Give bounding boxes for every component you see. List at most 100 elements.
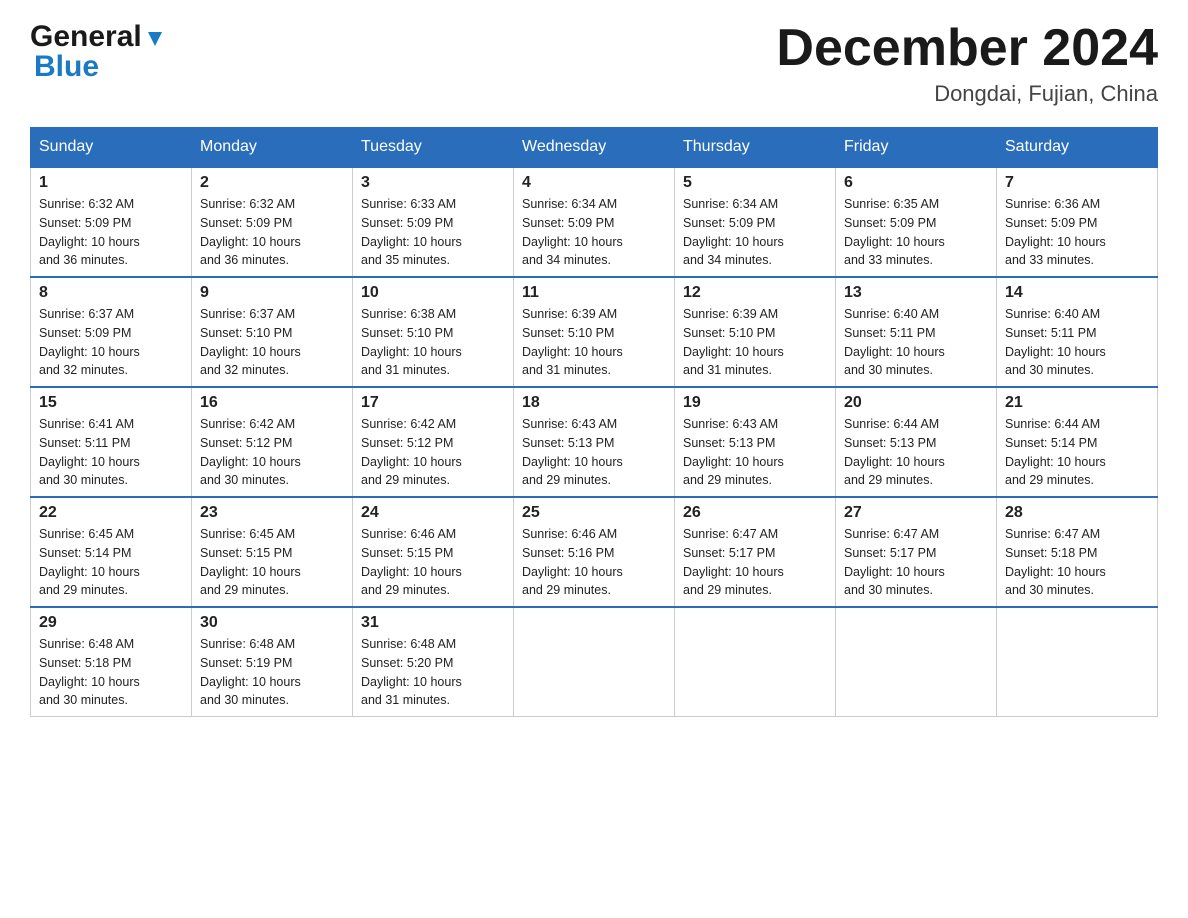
logo-arrow-icon	[144, 28, 166, 50]
day-number: 30	[200, 614, 344, 632]
day-info: Sunrise: 6:36 AM Sunset: 5:09 PM Dayligh…	[1005, 195, 1149, 270]
day-number: 12	[683, 284, 827, 302]
day-of-week-header: Tuesday	[353, 128, 514, 168]
day-number: 14	[1005, 284, 1149, 302]
calendar-cell: 7 Sunrise: 6:36 AM Sunset: 5:09 PM Daylig…	[997, 167, 1158, 277]
day-of-week-header: Wednesday	[514, 128, 675, 168]
day-number: 13	[844, 284, 988, 302]
day-info: Sunrise: 6:42 AM Sunset: 5:12 PM Dayligh…	[361, 415, 505, 490]
calendar-cell: 25 Sunrise: 6:46 AM Sunset: 5:16 PM Dayli…	[514, 497, 675, 607]
calendar-cell	[675, 607, 836, 717]
day-number: 27	[844, 504, 988, 522]
calendar-cell: 12Sunrise: 6:39 AM Sunset: 5:10 PM Dayli…	[675, 277, 836, 387]
day-number: 10	[361, 284, 505, 302]
day-number: 11	[522, 284, 666, 302]
day-number: 6	[844, 174, 988, 192]
calendar-cell: 29 Sunrise: 6:48 AM Sunset: 5:18 PM Dayli…	[31, 607, 192, 717]
calendar-cell: 21 Sunrise: 6:44 AM Sunset: 5:14 PM Dayli…	[997, 387, 1158, 497]
day-of-week-header: Thursday	[675, 128, 836, 168]
day-info: Sunrise: 6:37 AM Sunset: 5:09 PM Dayligh…	[39, 305, 183, 380]
calendar-cell: 9 Sunrise: 6:37 AM Sunset: 5:10 PM Daylig…	[192, 277, 353, 387]
calendar-cell: 14Sunrise: 6:40 AM Sunset: 5:11 PM Dayli…	[997, 277, 1158, 387]
day-info: Sunrise: 6:45 AM Sunset: 5:15 PM Dayligh…	[200, 525, 344, 600]
calendar-week-row: 29 Sunrise: 6:48 AM Sunset: 5:18 PM Dayli…	[31, 607, 1158, 717]
day-info: Sunrise: 6:46 AM Sunset: 5:16 PM Dayligh…	[522, 525, 666, 600]
calendar-cell: 31 Sunrise: 6:48 AM Sunset: 5:20 PM Dayli…	[353, 607, 514, 717]
day-number: 16	[200, 394, 344, 412]
day-info: Sunrise: 6:48 AM Sunset: 5:18 PM Dayligh…	[39, 635, 183, 710]
day-info: Sunrise: 6:41 AM Sunset: 5:11 PM Dayligh…	[39, 415, 183, 490]
day-info: Sunrise: 6:48 AM Sunset: 5:19 PM Dayligh…	[200, 635, 344, 710]
day-number: 20	[844, 394, 988, 412]
day-number: 2	[200, 174, 344, 192]
day-number: 3	[361, 174, 505, 192]
day-number: 22	[39, 504, 183, 522]
calendar-cell	[997, 607, 1158, 717]
day-number: 8	[39, 284, 183, 302]
day-info: Sunrise: 6:34 AM Sunset: 5:09 PM Dayligh…	[522, 195, 666, 270]
day-info: Sunrise: 6:37 AM Sunset: 5:10 PM Dayligh…	[200, 305, 344, 380]
month-title: December 2024	[776, 20, 1158, 77]
day-info: Sunrise: 6:38 AM Sunset: 5:10 PM Dayligh…	[361, 305, 505, 380]
day-info: Sunrise: 6:44 AM Sunset: 5:13 PM Dayligh…	[844, 415, 988, 490]
calendar-cell: 17 Sunrise: 6:42 AM Sunset: 5:12 PM Dayli…	[353, 387, 514, 497]
calendar-week-row: 22 Sunrise: 6:45 AM Sunset: 5:14 PM Dayli…	[31, 497, 1158, 607]
calendar-cell: 24Sunrise: 6:46 AM Sunset: 5:15 PM Dayli…	[353, 497, 514, 607]
day-info: Sunrise: 6:43 AM Sunset: 5:13 PM Dayligh…	[522, 415, 666, 490]
calendar-cell: 6 Sunrise: 6:35 AM Sunset: 5:09 PM Daylig…	[836, 167, 997, 277]
day-info: Sunrise: 6:33 AM Sunset: 5:09 PM Dayligh…	[361, 195, 505, 270]
calendar-cell: 8 Sunrise: 6:37 AM Sunset: 5:09 PM Daylig…	[31, 277, 192, 387]
day-number: 4	[522, 174, 666, 192]
location: Dongdai, Fujian, China	[776, 81, 1158, 107]
calendar-cell: 2 Sunrise: 6:32 AM Sunset: 5:09 PM Daylig…	[192, 167, 353, 277]
day-number: 1	[39, 174, 183, 192]
calendar-cell: 26Sunrise: 6:47 AM Sunset: 5:17 PM Dayli…	[675, 497, 836, 607]
day-number: 9	[200, 284, 344, 302]
day-number: 15	[39, 394, 183, 412]
day-info: Sunrise: 6:39 AM Sunset: 5:10 PM Dayligh…	[522, 305, 666, 380]
calendar-cell: 30 Sunrise: 6:48 AM Sunset: 5:19 PM Dayli…	[192, 607, 353, 717]
day-number: 25	[522, 504, 666, 522]
day-number: 23	[200, 504, 344, 522]
calendar-cell: 16 Sunrise: 6:42 AM Sunset: 5:12 PM Dayli…	[192, 387, 353, 497]
calendar-cell: 27Sunrise: 6:47 AM Sunset: 5:17 PM Dayli…	[836, 497, 997, 607]
day-info: Sunrise: 6:34 AM Sunset: 5:09 PM Dayligh…	[683, 195, 827, 270]
day-info: Sunrise: 6:46 AM Sunset: 5:15 PM Dayligh…	[361, 525, 505, 600]
calendar-table: SundayMondayTuesdayWednesdayThursdayFrid…	[30, 127, 1158, 717]
day-number: 18	[522, 394, 666, 412]
day-of-week-header: Sunday	[31, 128, 192, 168]
day-of-week-header: Monday	[192, 128, 353, 168]
day-number: 28	[1005, 504, 1149, 522]
header-row: SundayMondayTuesdayWednesdayThursdayFrid…	[31, 128, 1158, 168]
day-info: Sunrise: 6:48 AM Sunset: 5:20 PM Dayligh…	[361, 635, 505, 710]
day-info: Sunrise: 6:35 AM Sunset: 5:09 PM Dayligh…	[844, 195, 988, 270]
calendar-cell: 15 Sunrise: 6:41 AM Sunset: 5:11 PM Dayli…	[31, 387, 192, 497]
calendar-cell: 13 Sunrise: 6:40 AM Sunset: 5:11 PM Dayli…	[836, 277, 997, 387]
calendar-cell: 19Sunrise: 6:43 AM Sunset: 5:13 PM Dayli…	[675, 387, 836, 497]
day-number: 29	[39, 614, 183, 632]
calendar-cell: 10 Sunrise: 6:38 AM Sunset: 5:10 PM Dayli…	[353, 277, 514, 387]
logo-blue-text: Blue	[34, 50, 99, 83]
calendar-header: SundayMondayTuesdayWednesdayThursdayFrid…	[31, 128, 1158, 168]
calendar-cell	[514, 607, 675, 717]
calendar-cell: 28 Sunrise: 6:47 AM Sunset: 5:18 PM Dayli…	[997, 497, 1158, 607]
day-number: 31	[361, 614, 505, 632]
logo-general-text: General	[30, 20, 142, 54]
day-number: 5	[683, 174, 827, 192]
day-info: Sunrise: 6:44 AM Sunset: 5:14 PM Dayligh…	[1005, 415, 1149, 490]
day-number: 17	[361, 394, 505, 412]
day-number: 26	[683, 504, 827, 522]
calendar-week-row: 1 Sunrise: 6:32 AM Sunset: 5:09 PM Daylig…	[31, 167, 1158, 277]
day-info: Sunrise: 6:42 AM Sunset: 5:12 PM Dayligh…	[200, 415, 344, 490]
day-info: Sunrise: 6:47 AM Sunset: 5:18 PM Dayligh…	[1005, 525, 1149, 600]
day-number: 7	[1005, 174, 1149, 192]
calendar-cell: 18 Sunrise: 6:43 AM Sunset: 5:13 PM Dayli…	[514, 387, 675, 497]
day-info: Sunrise: 6:32 AM Sunset: 5:09 PM Dayligh…	[200, 195, 344, 270]
calendar-body: 1 Sunrise: 6:32 AM Sunset: 5:09 PM Daylig…	[31, 167, 1158, 717]
day-number: 21	[1005, 394, 1149, 412]
day-number: 19	[683, 394, 827, 412]
day-info: Sunrise: 6:40 AM Sunset: 5:11 PM Dayligh…	[844, 305, 988, 380]
day-info: Sunrise: 6:45 AM Sunset: 5:14 PM Dayligh…	[39, 525, 183, 600]
calendar-cell	[836, 607, 997, 717]
calendar-week-row: 15 Sunrise: 6:41 AM Sunset: 5:11 PM Dayli…	[31, 387, 1158, 497]
